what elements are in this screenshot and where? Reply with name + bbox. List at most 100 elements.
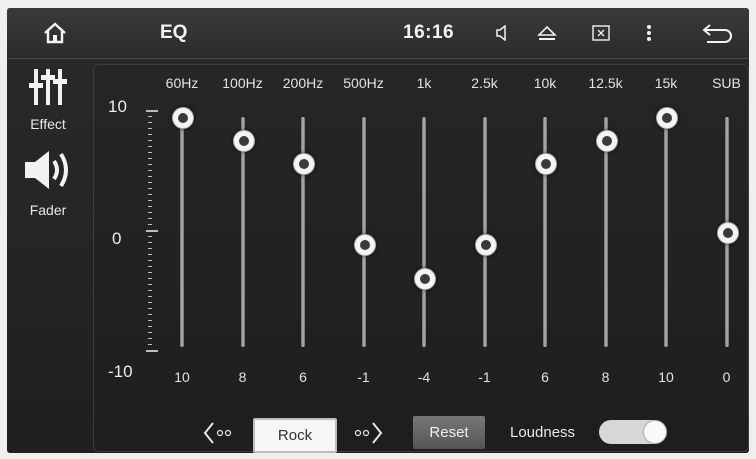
band-slider-knob[interactable] (353, 233, 376, 256)
close-screen-icon[interactable] (585, 8, 617, 58)
band-slider-track[interactable] (180, 117, 184, 347)
scale-tick (148, 248, 152, 249)
equalizer-icon (27, 67, 69, 112)
band-value-label: -1 (478, 369, 491, 385)
scale-tick (148, 332, 152, 333)
band-slider-knob[interactable] (414, 268, 436, 290)
scale-tick (148, 170, 152, 171)
eject-icon[interactable] (530, 8, 564, 58)
scale-tick (148, 134, 152, 135)
scale-max-label: 10 (108, 97, 127, 116)
scale-tick (148, 308, 152, 309)
scale-tick (148, 140, 152, 141)
band-value-label: 10 (174, 369, 190, 385)
sidebar-item-label: Fader (29, 202, 67, 218)
scale-min-label: -10 (108, 362, 133, 381)
scale-tick (148, 344, 152, 345)
scale-tick (148, 122, 152, 123)
scale-tick (148, 296, 152, 297)
scale-tick (148, 146, 152, 147)
scale-tick (148, 254, 152, 255)
band-frequency-label: 500Hz (343, 75, 384, 91)
scale-tick (148, 206, 152, 207)
band-value-label: 0 (722, 369, 731, 385)
band-slider-knob[interactable] (595, 130, 618, 152)
band-slider-knob[interactable] (172, 107, 194, 129)
band-slider-knob[interactable] (656, 107, 678, 129)
scale-tick (148, 128, 152, 129)
scale-tick (148, 302, 152, 303)
loudness-toggle[interactable] (599, 420, 667, 444)
band-frequency-label: 2.5k (471, 75, 498, 91)
scale-tick (148, 176, 152, 177)
scale-tick (148, 326, 152, 327)
sidebar-item-fader[interactable]: Fader (7, 147, 89, 218)
band-slider-track[interactable] (482, 117, 487, 347)
preset-button[interactable]: Rock (253, 418, 337, 453)
sidebar: Effect Fader (7, 59, 89, 453)
band-slider-knob[interactable] (293, 153, 315, 175)
band-slider-knob[interactable] (535, 153, 557, 175)
eq-screen: EQ 16:16 Effect Fader 10 0 -10 60Hz 10 1… (7, 8, 749, 453)
band-frequency-label: 60Hz (165, 75, 199, 91)
scale-tick (148, 212, 152, 213)
band-frequency-label: 100Hz (222, 75, 263, 91)
sidebar-item-effect[interactable]: Effect (7, 67, 89, 132)
band-frequency-label: 12.5k (588, 75, 623, 91)
band-slider-track[interactable] (422, 117, 426, 347)
scale-ruler (146, 110, 160, 355)
scale-tick (148, 188, 152, 189)
scale-tick (148, 314, 152, 315)
scale-tick (148, 338, 152, 339)
loudness-label: Loudness (510, 424, 576, 441)
scale-tick (148, 224, 152, 225)
band-frequency-label: 200Hz (282, 75, 324, 91)
band-value-label: 8 (238, 369, 247, 385)
top-bar: EQ 16:16 (7, 8, 749, 59)
band-slider-knob[interactable] (474, 233, 497, 256)
scale-tick (148, 284, 152, 285)
band-frequency-label: 15k (654, 75, 678, 91)
eq-panel: 10 0 -10 60Hz 10 100Hz 8 200Hz 6 500Hz -1 1k -4 2.… (93, 64, 749, 452)
scale-tick (148, 194, 152, 195)
scale-tick (148, 200, 152, 201)
scale-tick (148, 116, 152, 117)
scale-tick (148, 158, 152, 159)
scale-major-tick (146, 230, 158, 232)
band-frequency-label: 10k (533, 75, 557, 91)
scale-tick (148, 152, 152, 153)
scale-tick (148, 236, 152, 237)
band-frequency-label: SUB (712, 75, 741, 91)
scale-zero-label: 0 (112, 229, 122, 248)
band-value-label: 8 (601, 369, 610, 385)
band-slider-track[interactable] (361, 117, 366, 347)
band-slider-track[interactable] (543, 117, 547, 347)
preset-prev-button[interactable] (203, 418, 233, 448)
more-icon[interactable] (637, 8, 661, 58)
speaker-icon (21, 147, 75, 198)
scale-major-tick (146, 350, 158, 352)
scale-tick (148, 266, 152, 267)
band-value-label: -4 (417, 369, 431, 385)
volume-icon[interactable] (488, 8, 518, 58)
clock: 16:16 (403, 22, 455, 43)
band-slider-knob[interactable] (716, 222, 739, 244)
band-slider-track[interactable] (664, 117, 668, 347)
scale-tick (148, 278, 152, 279)
preset-next-button[interactable] (353, 418, 383, 448)
band-slider-knob[interactable] (232, 130, 255, 152)
page-title: EQ (160, 22, 188, 43)
scale-tick (148, 242, 152, 243)
scale-tick (148, 260, 152, 261)
scale-tick (148, 218, 152, 219)
toggle-knob[interactable] (644, 421, 666, 443)
back-icon[interactable] (697, 8, 737, 58)
sidebar-item-label: Effect (30, 116, 66, 132)
reset-button[interactable]: Reset (413, 416, 485, 449)
band-value-label: -1 (357, 369, 370, 385)
scale-tick (148, 164, 152, 165)
home-icon[interactable] (35, 8, 75, 58)
band-value-label: 6 (299, 369, 307, 385)
scale-tick (148, 272, 152, 273)
band-slider-track[interactable] (301, 117, 305, 347)
